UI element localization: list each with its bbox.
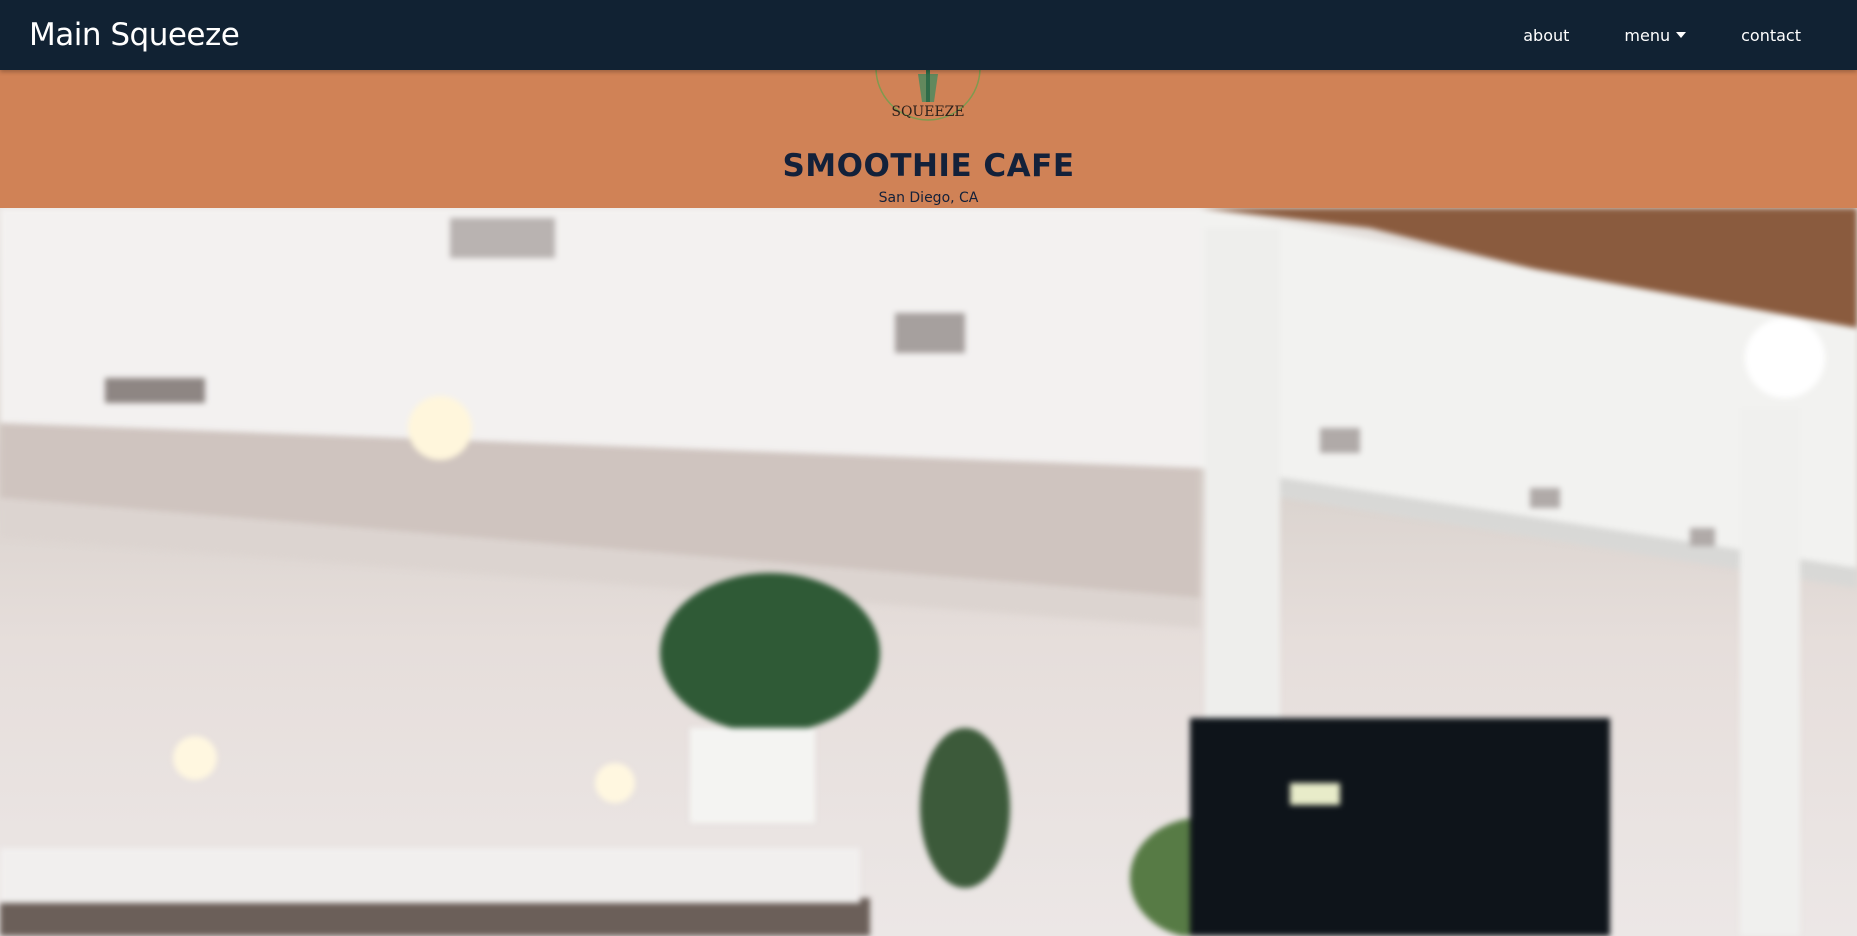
brand-link[interactable]: Main Squeeze — [29, 17, 240, 53]
nav-menu-label: menu — [1624, 25, 1671, 45]
nav-contact-label: contact — [1741, 25, 1801, 45]
page-subtitle: San Diego, CA — [878, 190, 979, 206]
cafe-interior-photo — [0, 208, 1857, 936]
nav-links: about menu contact — [1468, 26, 1801, 45]
logo-text: SQUEEZE — [891, 104, 964, 120]
nav-about-link[interactable]: about — [1523, 26, 1569, 45]
nav-contact-link[interactable]: contact — [1741, 26, 1801, 45]
caret-down-icon — [1676, 32, 1687, 38]
nav-about-label: about — [1523, 25, 1570, 45]
page-title: SMOOTHIE CAFE — [782, 148, 1075, 184]
top-navbar: Main Squeeze about menu contact — [0, 0, 1857, 70]
nav-menu-dropdown[interactable]: menu — [1624, 25, 1687, 45]
squeeze-logo-icon: SQUEEZE — [875, 70, 981, 121]
cafe-hero-image — [0, 208, 1857, 936]
hero-banner: SQUEEZE SMOOTHIE CAFE San Diego, CA — [0, 70, 1857, 208]
